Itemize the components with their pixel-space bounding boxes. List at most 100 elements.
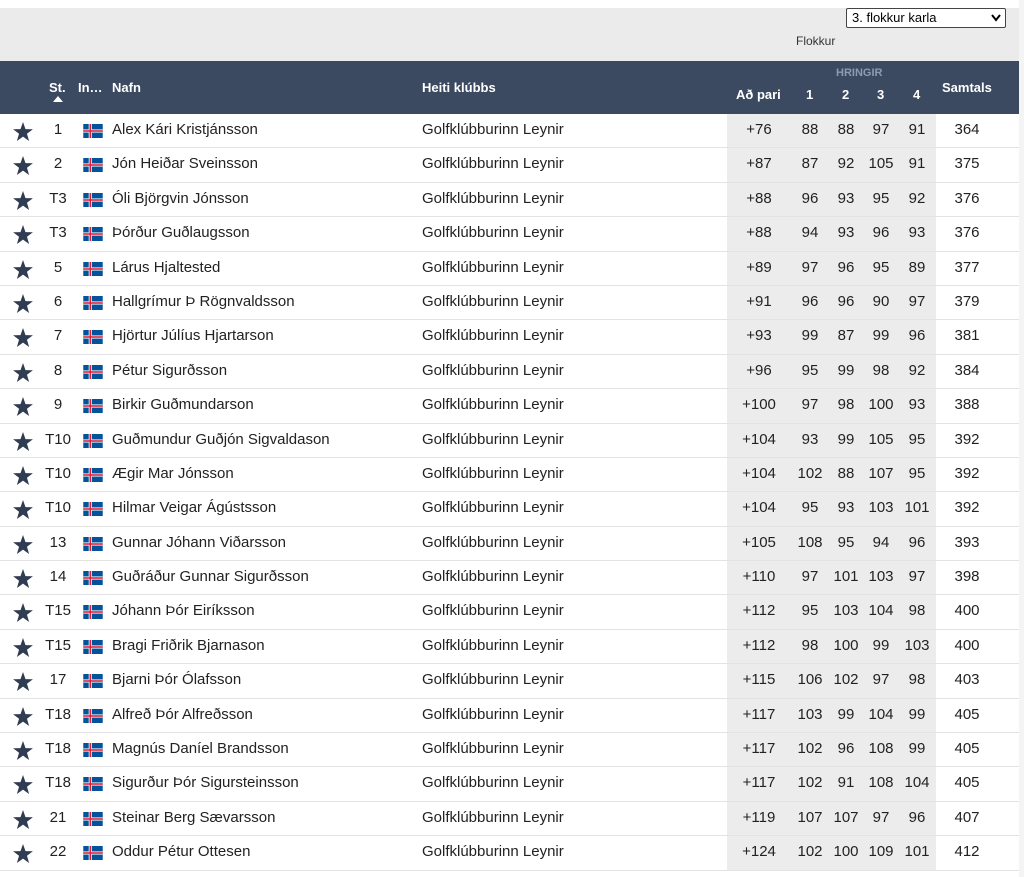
table-row[interactable]: 9 Birkir Guðmundarson Golfklúbburinn Ley… [0, 389, 1019, 424]
player-name[interactable]: Ægir Mar Jónsson [112, 458, 234, 492]
favorite-star-icon[interactable] [13, 183, 33, 217]
player-name[interactable]: Oddur Pétur Ottesen [112, 836, 250, 870]
header-round-1[interactable]: 1 [806, 87, 813, 102]
round-1-cell: 107 [797, 808, 823, 826]
favorite-star-icon[interactable] [13, 252, 33, 286]
favorite-star-icon[interactable] [13, 355, 33, 389]
favorite-star-icon[interactable] [13, 217, 33, 251]
club-name: Golfklúbburinn Leynir [422, 499, 564, 517]
table-row[interactable]: T18 Magnús Daníel Brandsson Golfklúbburi… [0, 733, 1019, 768]
favorite-star-icon[interactable] [13, 148, 33, 182]
player-name[interactable]: Hilmar Veigar Ágústsson [112, 492, 276, 526]
header-position[interactable]: St. [49, 80, 66, 95]
to-par-cell: +100 [742, 396, 776, 414]
header-total[interactable]: Samtals [942, 80, 992, 95]
player-name[interactable]: Bragi Friðrik Bjarnason [112, 630, 265, 664]
player-name[interactable]: Þórður Guðlaugsson [112, 217, 250, 251]
player-name[interactable]: Magnús Daníel Brandsson [112, 733, 289, 767]
position-cell: T10 [45, 464, 71, 482]
player-name[interactable]: Óli Björgvin Jónsson [112, 183, 249, 217]
favorite-star-icon[interactable] [13, 595, 33, 629]
favorite-star-icon[interactable] [13, 458, 33, 492]
table-row[interactable]: 1 Alex Kári Kristjánsson Golfklúbburinn … [0, 114, 1019, 149]
player-name[interactable]: Guðmundur Guðjón Sigvaldason [112, 424, 330, 458]
scrollbar[interactable] [1019, 0, 1024, 877]
favorite-star-icon[interactable] [13, 320, 33, 354]
header-club[interactable]: Heiti klúbbs [422, 80, 496, 95]
header-round-4[interactable]: 4 [913, 87, 920, 102]
table-row[interactable]: T10 Guðmundur Guðjón Sigvaldason Golfklú… [0, 424, 1019, 458]
favorite-star-icon[interactable] [13, 767, 33, 801]
favorite-star-icon[interactable] [13, 424, 33, 458]
round-1-cell: 108 [797, 533, 823, 551]
table-row[interactable]: T15 Jóhann Þór Eiríksson Golfklúbburinn … [0, 595, 1019, 630]
table-row[interactable]: T3 Þórður Guðlaugsson Golfklúbburinn Ley… [0, 217, 1019, 252]
table-row[interactable]: 13 Gunnar Jóhann Viðarsson Golfklúbburin… [0, 527, 1019, 562]
round-3-cell: 107 [868, 464, 894, 482]
table-row[interactable]: 17 Bjarni Þór Ólafsson Golfklúbburinn Le… [0, 664, 1019, 699]
table-row[interactable]: 5 Lárus Hjaltested Golfklúbburinn Leynir… [0, 252, 1019, 286]
favorite-star-icon[interactable] [13, 664, 33, 698]
table-row[interactable]: 6 Hallgrímur Þ Rögnvaldsson Golfklúbburi… [0, 286, 1019, 321]
to-par-cell: +105 [742, 533, 776, 551]
player-name[interactable]: Bjarni Þór Ólafsson [112, 664, 241, 698]
total-cell: 381 [954, 327, 980, 345]
favorite-star-icon[interactable] [13, 561, 33, 595]
table-row[interactable]: T10 Hilmar Veigar Ágústsson Golfklúbburi… [0, 492, 1019, 527]
player-name[interactable]: Alfreð Þór Alfreðsson [112, 699, 253, 733]
player-name[interactable]: Guðráður Gunnar Sigurðsson [112, 561, 309, 595]
table-row[interactable]: T18 Alfreð Þór Alfreðsson Golfklúbburinn… [0, 699, 1019, 734]
category-select[interactable]: 3. flokkur karla [846, 8, 1006, 28]
table-row[interactable]: 21 Steinar Berg Sævarsson Golfklúbburinn… [0, 802, 1019, 837]
favorite-star-icon[interactable] [13, 733, 33, 767]
player-name[interactable]: Jón Heiðar Sveinsson [112, 148, 258, 182]
table-row[interactable]: 22 Oddur Pétur Ottesen Golfklúbburinn Le… [0, 836, 1019, 871]
round-1-cell: 106 [797, 671, 823, 689]
player-name[interactable]: Hallgrímur Þ Rögnvaldsson [112, 286, 295, 320]
round-4-cell: 101 [904, 843, 930, 861]
player-name[interactable]: Lárus Hjaltested [112, 252, 220, 286]
header-round-2[interactable]: 2 [842, 87, 849, 102]
favorite-star-icon[interactable] [13, 114, 33, 148]
header-to-par[interactable]: Að pari [736, 87, 781, 102]
table-row[interactable]: 2 Jón Heiðar Sveinsson Golfklúbburinn Le… [0, 148, 1019, 183]
favorite-star-icon[interactable] [13, 389, 33, 423]
club-name: Golfklúbburinn Leynir [422, 705, 564, 723]
to-par-cell: +104 [742, 430, 776, 448]
player-name[interactable]: Hjörtur Júlíus Hjartarson [112, 320, 274, 354]
header-round-3[interactable]: 3 [877, 87, 884, 102]
favorite-star-icon[interactable] [13, 492, 33, 526]
favorite-star-icon[interactable] [13, 836, 33, 870]
favorite-star-icon[interactable] [13, 286, 33, 320]
club-name: Golfklúbburinn Leynir [422, 224, 564, 242]
round-4-cell: 91 [908, 155, 926, 173]
favorite-star-icon[interactable] [13, 630, 33, 664]
player-name[interactable]: Jóhann Þór Eiríksson [112, 595, 255, 629]
favorite-star-icon[interactable] [13, 802, 33, 836]
table-header: St. In… Nafn Heiti klúbbs HRINGIR Að par… [0, 61, 1019, 114]
club-name: Golfklúbburinn Leynir [422, 258, 564, 276]
iceland-flag-icon [82, 286, 104, 320]
table-row[interactable]: T15 Bragi Friðrik Bjarnason Golfklúbburi… [0, 630, 1019, 665]
round-4-cell: 92 [908, 189, 926, 207]
round-2-cell: 99 [837, 361, 855, 379]
player-name[interactable]: Gunnar Jóhann Viðarsson [112, 527, 286, 561]
round-3-cell: 97 [872, 671, 890, 689]
header-name[interactable]: Nafn [112, 80, 141, 95]
table-row[interactable]: 14 Guðráður Gunnar Sigurðsson Golfklúbbu… [0, 561, 1019, 596]
table-row[interactable]: T18 Sigurður Þór Sigursteinsson Golfklúb… [0, 767, 1019, 802]
table-row[interactable]: 7 Hjörtur Júlíus Hjartarson Golfklúbburi… [0, 320, 1019, 355]
header-initials[interactable]: In… [78, 80, 103, 95]
player-name[interactable]: Pétur Sigurðsson [112, 355, 227, 389]
player-name[interactable]: Alex Kári Kristjánsson [112, 114, 258, 148]
favorite-star-icon[interactable] [13, 527, 33, 561]
player-name[interactable]: Sigurður Þór Sigursteinsson [112, 767, 299, 801]
chevron-down-icon [991, 14, 1001, 22]
player-name[interactable]: Steinar Berg Sævarsson [112, 802, 275, 836]
round-2-cell: 93 [837, 224, 855, 242]
table-row[interactable]: T10 Ægir Mar Jónsson Golfklúbburinn Leyn… [0, 458, 1019, 493]
player-name[interactable]: Birkir Guðmundarson [112, 389, 254, 423]
table-row[interactable]: 8 Pétur Sigurðsson Golfklúbburinn Leynir… [0, 355, 1019, 390]
favorite-star-icon[interactable] [13, 699, 33, 733]
table-row[interactable]: T3 Óli Björgvin Jónsson Golfklúbburinn L… [0, 183, 1019, 218]
